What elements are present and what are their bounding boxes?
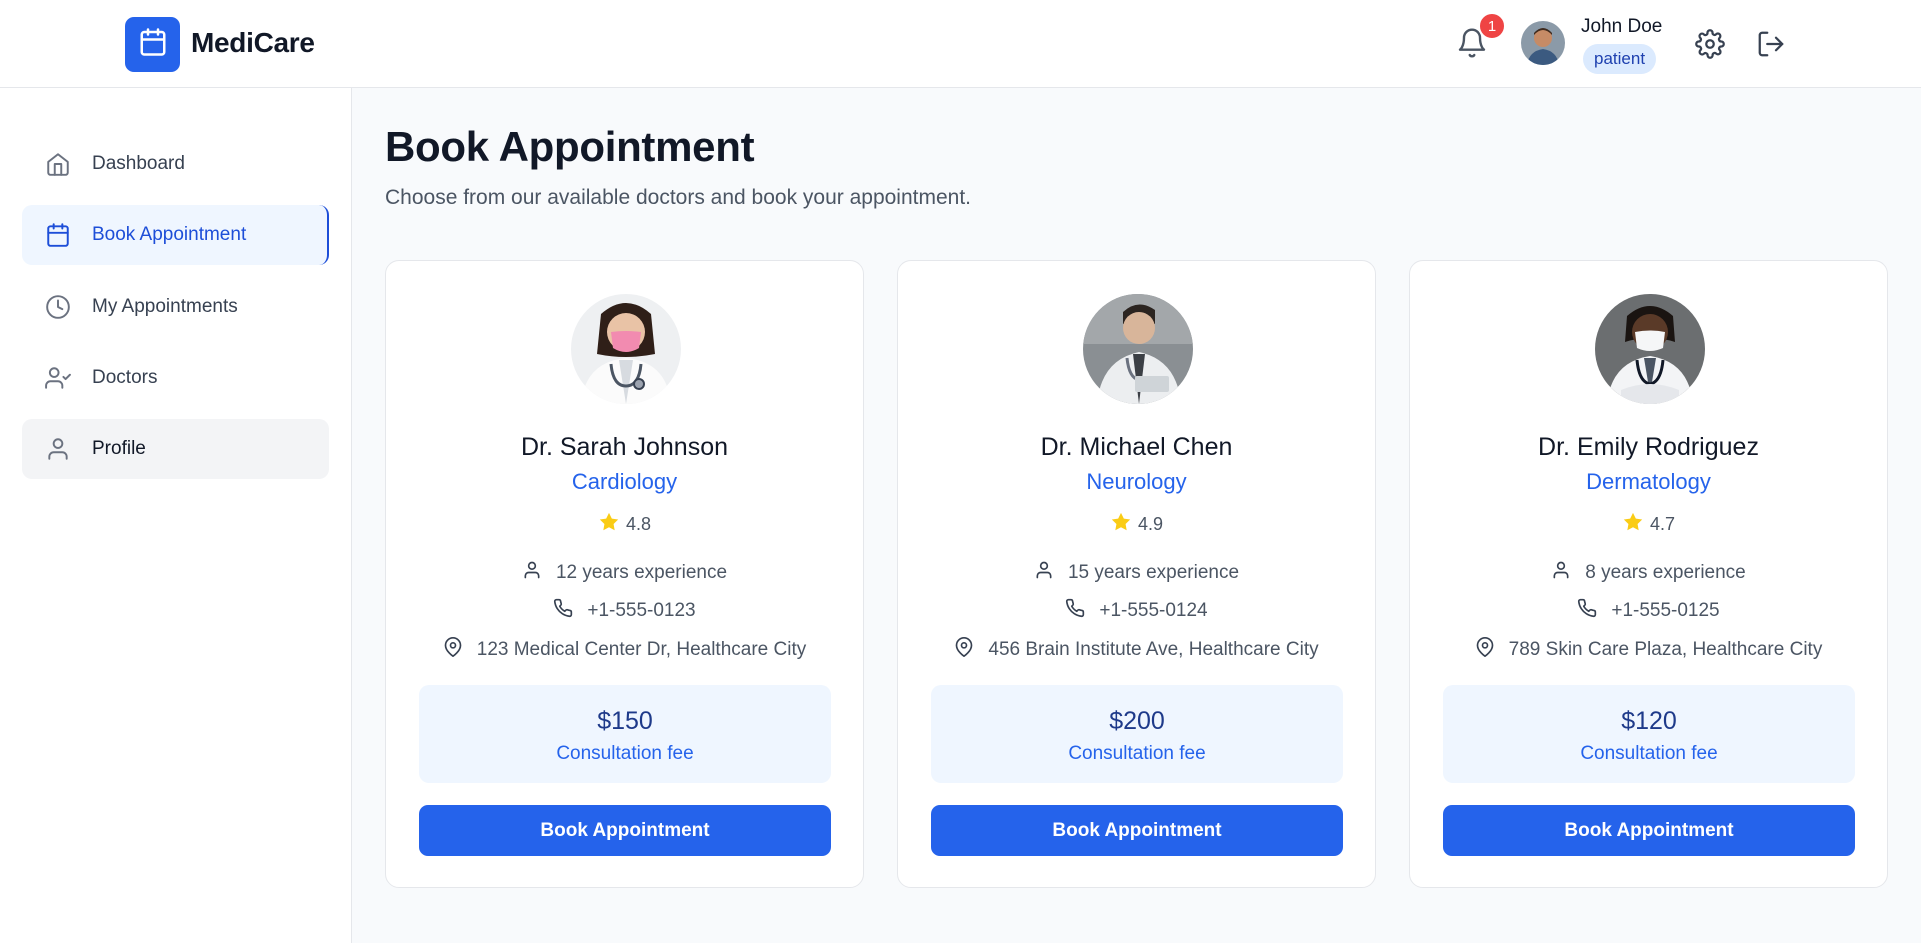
doctor-name: Dr. Michael Chen bbox=[1040, 433, 1233, 461]
user-icon bbox=[1551, 560, 1585, 586]
calendar-icon bbox=[138, 27, 168, 62]
logout-icon bbox=[1756, 31, 1786, 63]
user-name: John Doe bbox=[1581, 16, 1663, 37]
consultation-fee: $150 bbox=[597, 707, 653, 735]
gear-icon bbox=[1695, 29, 1725, 63]
fee-panel: $120 Consultation fee bbox=[1443, 685, 1855, 783]
rating-value: 4.7 bbox=[1649, 514, 1676, 534]
doctor-card: Dr. Emily Rodriguez Dermatology 4.7 8 ye… bbox=[1409, 260, 1888, 888]
user-icon bbox=[522, 560, 556, 586]
page-title: Book Appointment bbox=[385, 123, 755, 170]
phone-icon bbox=[553, 598, 587, 624]
doctor-specialty: Cardiology bbox=[571, 469, 678, 494]
sidebar-item-book-appointment[interactable]: Book Appointment bbox=[22, 205, 329, 265]
book-appointment-button[interactable]: Book Appointment bbox=[931, 805, 1343, 856]
brand-name: MediCare bbox=[191, 27, 315, 58]
sidebar: Dashboard Book Appointment My Appointmen… bbox=[0, 88, 352, 943]
role-badge: patient bbox=[1583, 44, 1657, 74]
settings-button[interactable] bbox=[1695, 29, 1725, 59]
user-icon bbox=[44, 435, 72, 463]
doctor-experience: 8 years experience bbox=[1410, 560, 1887, 586]
logo[interactable] bbox=[125, 17, 180, 72]
doctor-photo bbox=[571, 294, 681, 404]
address-text: 789 Skin Care Plaza, Healthcare City bbox=[1508, 639, 1823, 660]
doctor-phone: +1-555-0124 bbox=[898, 598, 1375, 624]
doctor-rating: 4.9 bbox=[898, 511, 1375, 538]
consultation-fee: $120 bbox=[1621, 707, 1677, 735]
doctor-address: 789 Skin Care Plaza, Healthcare City bbox=[1410, 637, 1887, 663]
doctor-photo bbox=[1083, 294, 1193, 404]
doctor-name: Dr. Sarah Johnson bbox=[520, 433, 729, 461]
star-icon bbox=[1622, 511, 1650, 538]
experience-text: 8 years experience bbox=[1585, 562, 1746, 583]
book-appointment-button[interactable]: Book Appointment bbox=[1443, 805, 1855, 856]
phone-text: +1-555-0123 bbox=[587, 600, 696, 621]
doctor-phone: +1-555-0125 bbox=[1410, 598, 1887, 624]
experience-text: 12 years experience bbox=[555, 562, 728, 583]
fee-label: Consultation fee bbox=[556, 743, 694, 764]
user-check-icon bbox=[44, 364, 72, 392]
phone-icon bbox=[1577, 598, 1611, 624]
doctor-photo bbox=[1595, 294, 1705, 404]
book-appointment-button[interactable]: Book Appointment bbox=[419, 805, 831, 856]
map-pin-icon bbox=[443, 637, 477, 663]
fee-panel: $150 Consultation fee bbox=[419, 685, 831, 783]
doctor-name: Dr. Emily Rodriguez bbox=[1538, 433, 1759, 461]
experience-text: 15 years experience bbox=[1067, 562, 1240, 583]
home-icon bbox=[44, 150, 72, 178]
map-pin-icon bbox=[1475, 637, 1509, 663]
map-pin-icon bbox=[954, 637, 988, 663]
phone-icon bbox=[1065, 598, 1099, 624]
address-text: 123 Medical Center Dr, Healthcare City bbox=[476, 639, 807, 660]
rating-value: 4.8 bbox=[625, 514, 652, 534]
sidebar-item-label: My Appointments bbox=[92, 296, 238, 317]
sidebar-item-profile[interactable]: Profile bbox=[22, 419, 329, 479]
fee-panel: $200 Consultation fee bbox=[931, 685, 1343, 783]
sidebar-item-label: Doctors bbox=[92, 367, 158, 388]
doctor-experience: 15 years experience bbox=[898, 560, 1375, 586]
doctor-rating: 4.8 bbox=[386, 511, 863, 538]
logout-button[interactable] bbox=[1756, 29, 1786, 59]
doctor-experience: 12 years experience bbox=[386, 560, 863, 586]
star-icon bbox=[598, 511, 626, 538]
sidebar-item-dashboard[interactable]: Dashboard bbox=[22, 134, 329, 194]
sidebar-item-label: Dashboard bbox=[92, 153, 185, 174]
sidebar-item-doctors[interactable]: Doctors bbox=[22, 348, 329, 408]
rating-value: 4.9 bbox=[1137, 514, 1164, 534]
page-subtitle: Choose from our available doctors and bo… bbox=[385, 186, 972, 209]
fee-label: Consultation fee bbox=[1580, 743, 1718, 764]
doctor-specialty: Dermatology bbox=[1586, 469, 1711, 494]
notification-badge: 1 bbox=[1478, 12, 1506, 40]
doctor-rating: 4.7 bbox=[1410, 511, 1887, 538]
avatar[interactable] bbox=[1521, 21, 1565, 65]
top-header: MediCare 1 John Doe patient bbox=[0, 0, 1921, 88]
address-text: 456 Brain Institute Ave, Healthcare City bbox=[988, 639, 1319, 660]
doctor-specialty: Neurology bbox=[1086, 469, 1187, 494]
doctor-address: 456 Brain Institute Ave, Healthcare City bbox=[898, 637, 1375, 663]
sidebar-item-label: Book Appointment bbox=[92, 224, 247, 245]
doctor-phone: +1-555-0123 bbox=[386, 598, 863, 624]
doctor-card: Dr. Sarah Johnson Cardiology 4.8 12 year… bbox=[385, 260, 864, 888]
doctor-card: Dr. Michael Chen Neurology 4.9 15 years … bbox=[897, 260, 1376, 888]
sidebar-item-label: Profile bbox=[92, 438, 146, 459]
star-icon bbox=[1110, 511, 1138, 538]
sidebar-item-my-appointments[interactable]: My Appointments bbox=[22, 277, 329, 337]
calendar-icon bbox=[44, 221, 72, 249]
clock-icon bbox=[44, 293, 72, 321]
phone-text: +1-555-0125 bbox=[1611, 600, 1720, 621]
phone-text: +1-555-0124 bbox=[1099, 600, 1208, 621]
consultation-fee: $200 bbox=[1109, 707, 1165, 735]
user-icon bbox=[1034, 560, 1068, 586]
fee-label: Consultation fee bbox=[1068, 743, 1206, 764]
doctor-address: 123 Medical Center Dr, Healthcare City bbox=[386, 637, 863, 663]
